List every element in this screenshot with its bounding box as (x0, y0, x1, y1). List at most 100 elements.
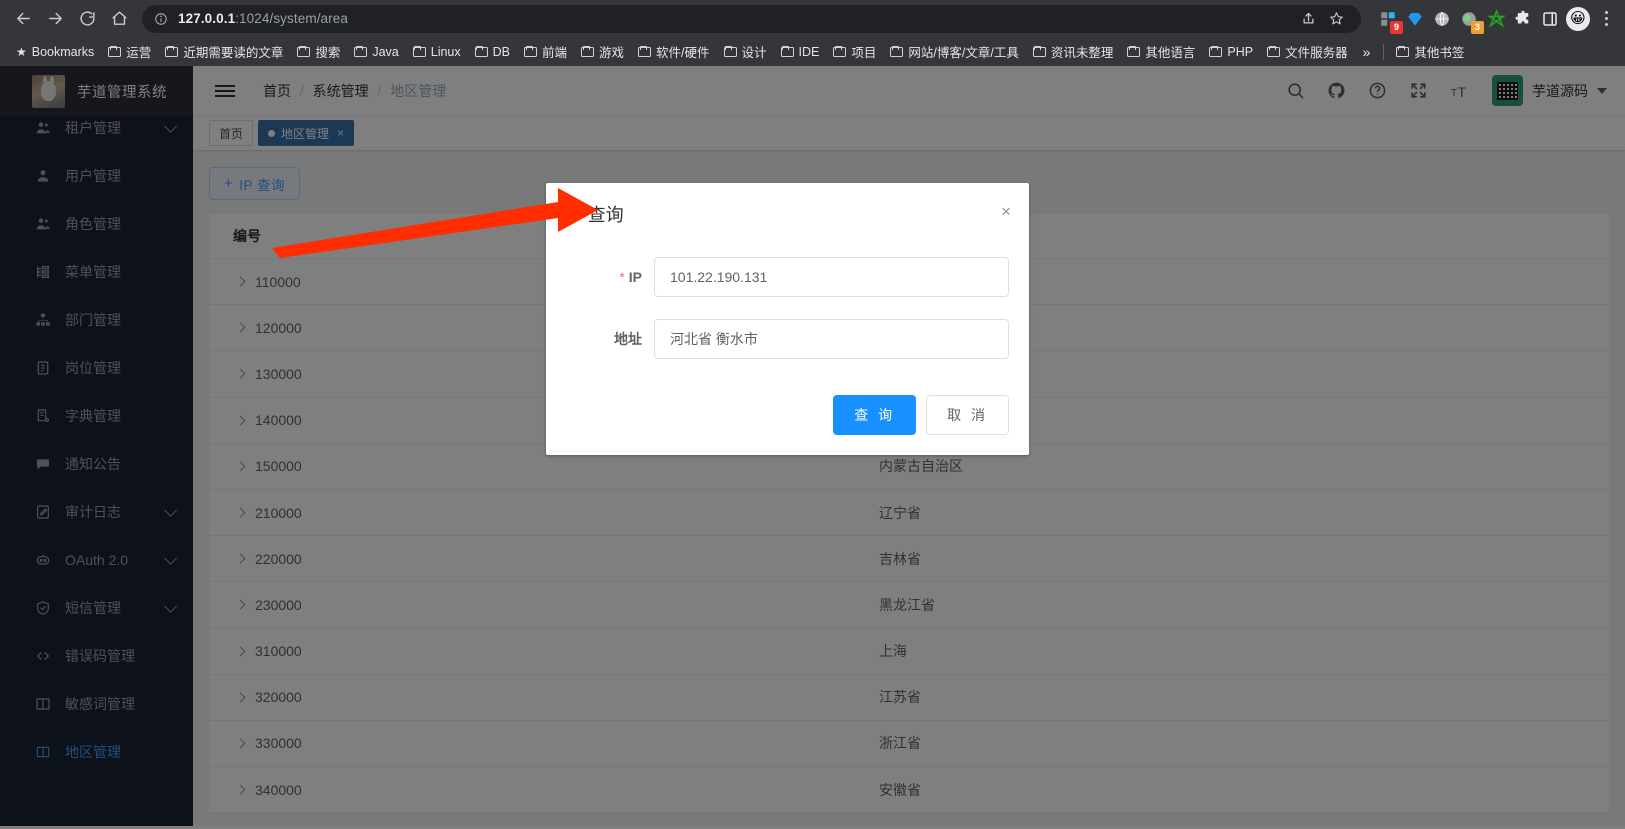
bookmark-folder[interactable]: 软件/硬件 (631, 39, 716, 64)
bookmark-label: 运营 (126, 42, 151, 61)
bookmarks-divider (1383, 44, 1384, 60)
dialog-header: IP 查询 × (546, 183, 1029, 227)
bookmark-label: 文件服务器 (1285, 42, 1348, 61)
folder-icon (781, 46, 794, 57)
bookmark-folder[interactable]: 资讯未整理 (1026, 39, 1121, 64)
ip-label-text: IP (629, 269, 642, 285)
dialog-title: IP 查询 (566, 203, 1009, 227)
globe-extension-icon[interactable] (1431, 8, 1453, 30)
star-icon: ★ (16, 45, 27, 59)
reload-icon[interactable] (72, 4, 102, 34)
back-arrow-icon[interactable] (8, 4, 38, 34)
bookmark-label: 软件/硬件 (656, 42, 709, 61)
share-icon[interactable] (1295, 6, 1321, 32)
browser-chrome: 127.0.0.1:1024/system/area 9 (0, 0, 1625, 66)
bookmarks-root[interactable]: ★ Bookmarks (9, 42, 101, 62)
bookmark-folder[interactable]: 搜索 (290, 39, 347, 64)
folder-icon (1033, 46, 1046, 57)
blocks-extension-icon[interactable]: 9 (1377, 8, 1399, 30)
omnibox-actions (1295, 6, 1349, 32)
bookmark-label: 资讯未整理 (1051, 42, 1114, 61)
other-bookmarks-label: 其他书签 (1414, 42, 1464, 61)
url-path: :1024/system/area (235, 11, 348, 26)
bookmark-folder[interactable]: 文件服务器 (1260, 39, 1355, 64)
folder-icon (297, 46, 310, 57)
address-bar[interactable]: 127.0.0.1:1024/system/area (142, 5, 1361, 33)
puzzle-extensions-icon[interactable] (1512, 8, 1534, 30)
bookmark-folder[interactable]: IDE (774, 42, 827, 62)
site-info-icon[interactable] (154, 12, 168, 26)
bookmark-label: Java (372, 45, 398, 59)
bookmark-folder[interactable]: PHP (1202, 42, 1260, 62)
forward-arrow-icon[interactable] (40, 4, 70, 34)
address-input[interactable] (654, 319, 1009, 359)
folder-icon (1396, 46, 1409, 57)
bookmark-folder[interactable]: 运营 (101, 39, 158, 64)
folder-icon (1209, 46, 1222, 57)
folder-icon (165, 46, 178, 57)
dialog-footer: 查 询 取 消 (546, 391, 1029, 455)
folder-icon (724, 46, 737, 57)
ip-input-wrapper (654, 257, 1009, 297)
bookmark-folder[interactable]: DB (468, 42, 517, 62)
other-bookmarks-folder[interactable]: 其他书签 (1389, 39, 1471, 64)
diamond-extension-icon[interactable] (1404, 8, 1426, 30)
dialog-body: * IP 地址 (546, 227, 1029, 391)
bookmark-star-icon[interactable] (1323, 6, 1349, 32)
bookmark-label: 其他语言 (1145, 42, 1195, 61)
ip-query-dialog: IP 查询 × * IP 地址 查 询 取 消 (546, 183, 1029, 455)
confirm-button[interactable]: 查 询 (833, 395, 916, 435)
bookmark-folder[interactable]: 其他语言 (1120, 39, 1202, 64)
sidepanel-icon[interactable] (1539, 8, 1561, 30)
extension-badge: 3 (1471, 21, 1484, 34)
form-row-address: 地址 (566, 319, 1009, 359)
bookmark-label: 设计 (742, 42, 767, 61)
bookmark-label: 近期需要读的文章 (183, 42, 283, 61)
bookmarks-overflow-button[interactable]: » (1355, 41, 1379, 63)
folder-icon (890, 46, 903, 57)
home-icon[interactable] (104, 4, 134, 34)
extensions-row: 9 3 😀 (1369, 7, 1617, 31)
browser-toolbar: 127.0.0.1:1024/system/area 9 (0, 0, 1625, 37)
bookmark-folder[interactable]: 网站/博客/文章/工具 (883, 39, 1025, 64)
address-field-label: 地址 (566, 329, 654, 349)
required-mark: * (619, 269, 624, 285)
folder-icon (638, 46, 651, 57)
folder-icon (581, 46, 594, 57)
url-host: 127.0.0.1 (178, 11, 235, 26)
app-root: 芋道管理系统 租户管理 用户管理 角色管理 菜单管理 部 (0, 66, 1625, 826)
ip-field-label: * IP (566, 269, 654, 285)
bookmarks-label: Bookmarks (32, 45, 95, 59)
bookmark-folder[interactable]: Linux (406, 42, 468, 62)
bookmark-folder[interactable]: 设计 (717, 39, 774, 64)
close-icon[interactable]: × (1001, 203, 1011, 220)
bookmark-label: PHP (1227, 45, 1253, 59)
ip-input[interactable] (654, 257, 1009, 297)
bookmark-folder[interactable]: 近期需要读的文章 (158, 39, 290, 64)
bookmark-label: 网站/博客/文章/工具 (908, 42, 1018, 61)
cancel-button[interactable]: 取 消 (926, 395, 1009, 435)
bookmark-label: Linux (431, 45, 461, 59)
folder-icon (1127, 46, 1140, 57)
address-input-wrapper (654, 319, 1009, 359)
bookmark-folder[interactable]: 前端 (517, 39, 574, 64)
folder-icon (354, 46, 367, 57)
bookmark-label: IDE (799, 45, 820, 59)
extension-badge: 9 (1390, 21, 1403, 34)
browser-menu-icon[interactable] (1595, 11, 1617, 26)
folder-icon (413, 46, 426, 57)
star-outline-extension-icon[interactable] (1485, 8, 1507, 30)
bookmark-label: 前端 (542, 42, 567, 61)
folder-icon (1267, 46, 1280, 57)
folder-icon (475, 46, 488, 57)
folder-icon (108, 46, 121, 57)
bookmark-folder[interactable]: Java (347, 42, 405, 62)
url-text: 127.0.0.1:1024/system/area (178, 11, 348, 26)
form-row-ip: * IP (566, 257, 1009, 297)
bookmark-folder[interactable]: 游戏 (574, 39, 631, 64)
bookmarks-bar: ★ Bookmarks 运营 近期需要读的文章 搜索 Java Linux DB… (0, 37, 1625, 66)
profile-avatar[interactable]: 😀 (1566, 7, 1590, 31)
bookmark-label: 搜索 (315, 42, 340, 61)
circle-extension-icon[interactable]: 3 (1458, 8, 1480, 30)
bookmark-folder[interactable]: 项目 (826, 39, 883, 64)
